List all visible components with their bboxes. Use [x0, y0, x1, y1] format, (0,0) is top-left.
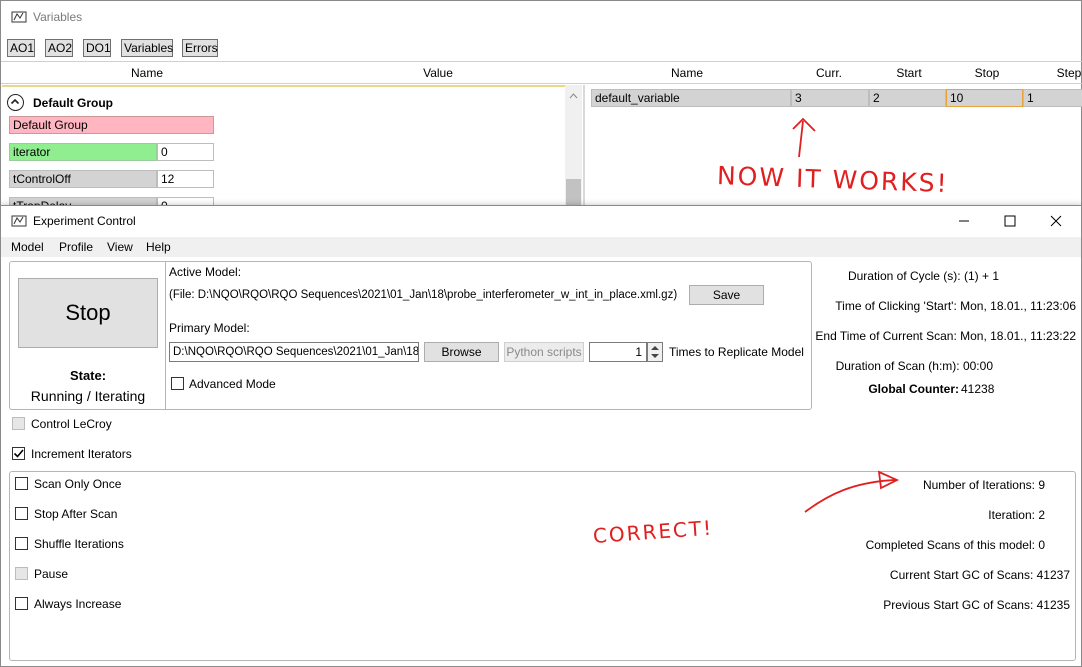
- pause-checkbox[interactable]: [15, 567, 28, 580]
- variable-name-iterator[interactable]: iterator: [9, 143, 157, 161]
- primary-model-path-input[interactable]: D:\NQO\RQO\RQO Sequences\2021\01_Jan\18: [169, 342, 419, 362]
- scroll-up-icon[interactable]: [565, 89, 582, 103]
- scan-only-once-checkbox[interactable]: [15, 477, 28, 490]
- close-button[interactable]: [1033, 206, 1079, 236]
- window-title: Experiment Control: [33, 214, 136, 228]
- header-divider: [1, 61, 1082, 62]
- menu-help[interactable]: Help: [146, 240, 171, 254]
- annotation-arrow-up: [792, 117, 816, 158]
- group-name-field[interactable]: Default Group: [9, 116, 214, 134]
- column-header-value[interactable]: Value: [391, 64, 485, 82]
- scan-stop-value[interactable]: 10: [946, 89, 1023, 107]
- variable-name-tcontroloff[interactable]: tControlOff: [9, 170, 157, 188]
- close-icon: [1050, 215, 1062, 227]
- scan-start-value[interactable]: 2: [869, 89, 946, 107]
- annotation-now-it-works: NOW IT WORKS!: [716, 161, 950, 199]
- variable-value-iterator[interactable]: 0: [157, 143, 214, 161]
- tab-ao1[interactable]: AO1: [7, 39, 35, 57]
- variable-value-tcontroloff[interactable]: 12: [157, 170, 214, 188]
- previous-start-gc: Previous Start GC of Scans: 41235: [883, 598, 1070, 612]
- global-counter-label: Global Counter:: [868, 382, 959, 396]
- column-header-step[interactable]: Step: [1041, 64, 1082, 82]
- control-lecroy-checkbox[interactable]: [12, 417, 25, 430]
- chevron-up-icon: [10, 98, 20, 105]
- increment-iterators-checkbox[interactable]: [12, 447, 25, 460]
- minimize-icon: [959, 220, 969, 222]
- window-title: Variables: [33, 10, 83, 24]
- time-clicking-start: Time of Clicking 'Start': Mon, 18.01., 1…: [835, 299, 1076, 313]
- variables-titlebar[interactable]: Variables: [1, 1, 1081, 33]
- replicate-label: Times to Replicate Model: [669, 345, 804, 359]
- column-header-start[interactable]: Start: [881, 64, 937, 82]
- always-increase-checkbox[interactable]: [15, 597, 28, 610]
- menu-profile[interactable]: Profile: [59, 240, 93, 254]
- maximize-icon: [1004, 215, 1016, 227]
- spinner-arrows-icon: [651, 346, 659, 358]
- browse-button[interactable]: Browse: [424, 342, 499, 362]
- collapse-group-button[interactable]: [7, 94, 24, 111]
- scan-curr-value[interactable]: 3: [791, 89, 869, 107]
- replicate-spinner[interactable]: [647, 342, 663, 362]
- experiment-titlebar[interactable]: Experiment Control: [1, 206, 1081, 236]
- tab-errors[interactable]: Errors: [182, 39, 218, 57]
- experiment-window: Experiment Control Model Profile View He…: [0, 205, 1082, 667]
- shuffle-iterations-label: Shuffle Iterations: [34, 537, 124, 551]
- app-icon: [11, 9, 27, 25]
- column-header-curr[interactable]: Curr.: [801, 64, 857, 82]
- panel-splitter[interactable]: [583, 85, 585, 211]
- maximize-button[interactable]: [987, 206, 1033, 236]
- increment-iterators-label: Increment Iterators: [31, 447, 132, 461]
- advanced-mode-label: Advanced Mode: [189, 377, 276, 391]
- tab-variables[interactable]: Variables: [121, 39, 173, 57]
- control-divider: [165, 261, 166, 410]
- tab-ao2[interactable]: AO2: [45, 39, 73, 57]
- left-scrollbar[interactable]: [565, 85, 582, 211]
- column-header-name[interactable]: Name: [101, 64, 193, 82]
- app-icon: [11, 213, 27, 229]
- annotation-arrow-right: [804, 470, 900, 513]
- state-value: Running / Iterating: [30, 388, 146, 404]
- active-model-file: (File: D:\NQO\RQO\RQO Sequences\2021\01_…: [169, 289, 678, 301]
- stop-after-scan-checkbox[interactable]: [15, 507, 28, 520]
- primary-model-label: Primary Model:: [169, 321, 250, 335]
- replicate-count-input[interactable]: 1: [589, 342, 647, 362]
- always-increase-label: Always Increase: [34, 597, 122, 611]
- global-counter-value: 41238: [961, 382, 995, 396]
- variables-window: Variables AO1 AO2 DO1 Variables Errors N…: [0, 0, 1082, 215]
- pause-label: Pause: [34, 567, 69, 581]
- column-header-stop[interactable]: Stop: [959, 64, 1015, 82]
- menu-view[interactable]: View: [107, 240, 133, 254]
- scan-variable-name[interactable]: default_variable: [591, 89, 791, 107]
- duration-cycle: Duration of Cycle (s): (1) + 1: [847, 269, 999, 283]
- group-title: Default Group: [33, 96, 113, 110]
- advanced-mode-checkbox[interactable]: [171, 377, 184, 390]
- tab-do1[interactable]: DO1: [83, 39, 111, 57]
- end-time-current-scan: End Time of Current Scan: Mon, 18.01., 1…: [815, 329, 1076, 343]
- scan-options-box: [9, 471, 1076, 661]
- python-scripts-button[interactable]: Python scripts: [504, 342, 584, 362]
- header-divider-bottom: [1, 83, 1082, 84]
- checkmark-icon: [13, 449, 24, 458]
- menu-model[interactable]: Model: [11, 240, 44, 254]
- shuffle-iterations-checkbox[interactable]: [15, 537, 28, 550]
- scan-only-once-label: Scan Only Once: [34, 477, 122, 491]
- state-label: State:: [69, 368, 107, 383]
- save-button[interactable]: Save: [689, 285, 764, 305]
- column-header-name-right[interactable]: Name: [641, 64, 733, 82]
- duration-scan: Duration of Scan (h:m): 00:00: [835, 359, 993, 373]
- minimize-button[interactable]: [941, 206, 987, 236]
- control-lecroy-label: Control LeCroy: [31, 417, 112, 431]
- completed-scans: Completed Scans of this model: 0: [865, 538, 1045, 552]
- stop-after-scan-label: Stop After Scan: [34, 507, 118, 521]
- current-start-gc: Current Start GC of Scans: 41237: [889, 568, 1070, 582]
- scan-step-value[interactable]: 1: [1023, 89, 1082, 107]
- active-model-label: Active Model:: [169, 265, 242, 279]
- stop-button[interactable]: Stop: [18, 278, 158, 348]
